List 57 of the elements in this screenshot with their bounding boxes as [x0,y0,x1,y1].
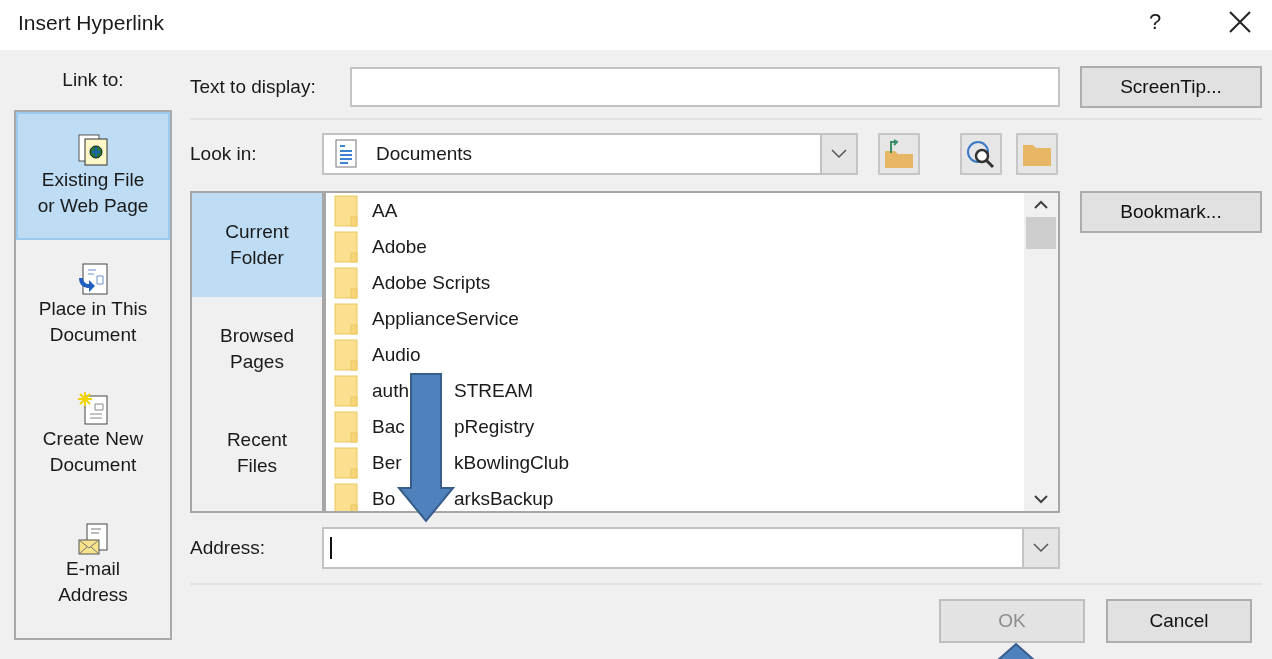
folder-name[interactable]: Audio [372,344,421,366]
folder-icon [334,483,360,511]
folder-name[interactable]: STREAM [454,380,534,402]
folder-name[interactable]: arksBackup [454,488,554,510]
scroll-thumb[interactable] [1026,217,1056,249]
folder-name[interactable]: Adobe Scripts [372,272,491,294]
folder-up-icon [883,139,915,169]
scrollbar[interactable] [1024,193,1058,511]
folder-icon [334,231,360,263]
chevron-down-icon [1033,543,1049,553]
folder-icon [334,447,360,479]
folder-name[interactable]: AA [372,200,398,222]
link-to-label: Link to: [62,69,124,91]
field-label: Text to display: [190,76,317,98]
folder-icon [334,339,360,371]
scroll-down-icon [1033,495,1049,505]
field-label: Address: [190,537,266,559]
address-field[interactable] [322,527,1060,569]
folder-name[interactable]: Adobe [372,236,427,258]
dropdown-value: Documents [376,143,473,165]
document-envelope-icon [77,522,109,556]
link-type-option[interactable]: E-mail Address [16,500,170,630]
browse-tab[interactable]: Recent Files [192,401,322,505]
dialog-button[interactable]: Cancel [1106,599,1252,643]
folder-name[interactable]: ApplianceService [372,308,519,330]
scroll-up-icon [1033,199,1049,209]
link-type-option[interactable]: Create New Document [16,370,170,500]
document-arrow-icon [77,262,109,296]
folder-icon [334,411,360,443]
folder-name[interactable]: pRegistry [454,416,535,438]
document-globe-icon [77,133,109,167]
text-field[interactable] [350,67,1060,107]
help-button[interactable]: ? [1140,9,1170,35]
new-document-icon [77,392,109,426]
folder-icon [334,195,360,227]
screentip-button[interactable]: ScreenTip... [1080,66,1262,108]
folder-name[interactable]: Bo [372,488,396,509]
folder-icon [334,267,360,299]
window-title: Insert Hyperlink [18,10,165,35]
web-search-icon [965,139,997,169]
look-in-dropdown[interactable]: Documents [322,133,858,175]
folder-name[interactable]: kBowlingClub [454,452,570,474]
browse-tab[interactable]: Current Folder [192,193,322,297]
link-type-option[interactable]: Place in This Document [16,240,170,370]
folder-icon [334,375,360,407]
folder-icon [334,303,360,335]
document-icon [334,139,360,169]
folder-name[interactable]: auth [372,380,409,401]
up-arrow [996,642,1036,659]
close-icon [1228,10,1252,34]
folder-name[interactable]: Bac [372,416,405,437]
field-label: Look in: [190,143,258,165]
folder-name[interactable]: Ber [372,452,402,473]
chevron-down-icon [831,149,847,159]
bookmark-button[interactable]: Bookmark... [1080,191,1262,233]
link-type-option[interactable]: Existing File or Web Page [16,112,170,240]
browse-tab[interactable]: Browsed Pages [192,297,322,401]
